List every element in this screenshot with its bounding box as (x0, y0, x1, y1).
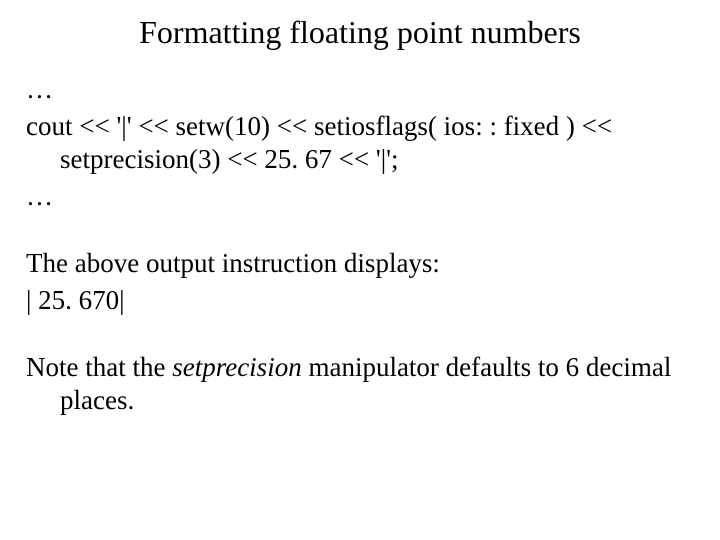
explain-line-1: The above output instruction displays: (26, 247, 694, 280)
code-line-1: … (26, 73, 694, 106)
note-line: Note that the setprecision manipulator d… (26, 351, 694, 417)
note-block: Note that the setprecision manipulator d… (26, 351, 694, 417)
output-line: | 25. 670| (26, 284, 694, 317)
spacer-1 (26, 217, 694, 247)
code-block: … cout << '|' << setw(10) << setiosflags… (26, 73, 694, 213)
explain-block: The above output instruction displays: |… (26, 247, 694, 317)
code-line-3: … (26, 180, 694, 213)
code-line-2: cout << '|' << setw(10) << setiosflags( … (26, 110, 694, 176)
note-pre: Note that the (26, 352, 172, 382)
slide: Formatting floating point numbers … cout… (0, 0, 720, 540)
slide-title: Formatting floating point numbers (26, 14, 694, 51)
spacer-2 (26, 321, 694, 351)
note-em: setprecision (172, 352, 301, 382)
